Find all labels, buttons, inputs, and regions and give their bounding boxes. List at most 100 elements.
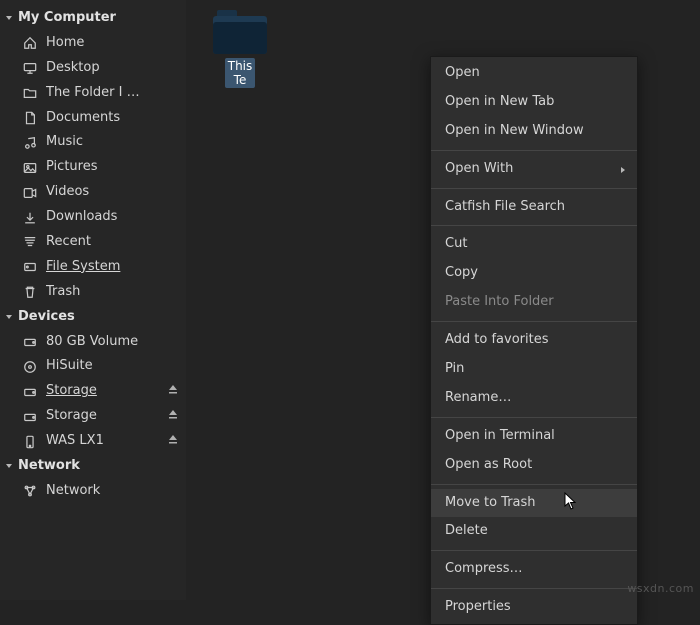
- sidebar-item-file-system[interactable]: File System: [0, 255, 186, 280]
- sidebar-item-label: Pictures: [46, 159, 180, 176]
- sidebar-item-hisuite[interactable]: HiSuite: [0, 354, 186, 379]
- sidebar-item-downloads[interactable]: Downloads: [0, 205, 186, 230]
- places-sidebar: My Computer Home Desktop The Folder I … Docu…: [0, 0, 186, 600]
- menu-item-label: Rename…: [445, 390, 623, 407]
- menu-item-rename[interactable]: Rename…: [431, 384, 637, 413]
- downloads-icon: [22, 210, 38, 226]
- folder-item-selected[interactable]: This Te: [202, 10, 278, 94]
- menu-item-pin[interactable]: Pin: [431, 355, 637, 384]
- network-icon: [22, 483, 38, 499]
- menu-item-open-in-new-tab[interactable]: Open in New Tab: [431, 88, 637, 117]
- sidebar-item-home[interactable]: Home: [0, 31, 186, 56]
- music-icon: [22, 135, 38, 151]
- menu-item-copy[interactable]: Copy: [431, 259, 637, 288]
- sidebar-item-80-gb-volume[interactable]: 80 GB Volume: [0, 330, 186, 355]
- file-pane[interactable]: This Te Open Open in New Tab Open in New W…: [186, 0, 700, 600]
- chevron-down-icon: [4, 461, 14, 471]
- home-icon: [22, 35, 38, 51]
- sidebar-item-storage[interactable]: Storage: [0, 379, 186, 404]
- section-title: My Computer: [18, 10, 116, 27]
- menu-separator: [431, 550, 637, 551]
- menu-separator: [431, 484, 637, 485]
- sidebar-item-label: Downloads: [46, 209, 180, 226]
- menu-item-paste-into-folder: Paste Into Folder: [431, 288, 637, 317]
- drive-icon: [22, 334, 38, 350]
- sidebar-item-label: The Folder I …: [46, 85, 180, 102]
- menu-item-label: Add to favorites: [445, 332, 623, 349]
- sidebar-item-pictures[interactable]: Pictures: [0, 155, 186, 180]
- context-menu: Open Open in New Tab Open in New Window Ope…: [430, 56, 638, 625]
- menu-item-label: Open as Root: [445, 457, 623, 474]
- menu-item-properties[interactable]: Properties: [431, 593, 637, 622]
- sidebar-item-label: Desktop: [46, 60, 180, 77]
- menu-separator: [431, 588, 637, 589]
- sidebar-item-storage[interactable]: Storage: [0, 404, 186, 429]
- watermark: wsxdn.com: [627, 582, 694, 596]
- menu-item-label: Open in New Window: [445, 123, 623, 140]
- sidebar-item-network[interactable]: Network: [0, 479, 186, 504]
- menu-item-label: Cut: [445, 236, 623, 253]
- folder-icon: [22, 85, 38, 101]
- menu-item-move-to-trash[interactable]: Move to Trash: [431, 489, 637, 518]
- documents-icon: [22, 110, 38, 126]
- menu-separator: [431, 150, 637, 151]
- drive-icon: [22, 384, 38, 400]
- sidebar-item-label: HiSuite: [46, 358, 180, 375]
- drive-icon: [22, 409, 38, 425]
- menu-item-add-to-favorites[interactable]: Add to favorites: [431, 326, 637, 355]
- sidebar-item-label: Trash: [46, 284, 180, 301]
- menu-item-open[interactable]: Open: [431, 59, 637, 88]
- recent-icon: [22, 234, 38, 250]
- sidebar-item-trash[interactable]: Trash: [0, 280, 186, 305]
- sidebar-item-label: Videos: [46, 184, 180, 201]
- sidebar-item-documents[interactable]: Documents: [0, 106, 186, 131]
- sidebar-item-music[interactable]: Music: [0, 130, 186, 155]
- phone-icon: [22, 434, 38, 450]
- sidebar-item-recent[interactable]: Recent: [0, 230, 186, 255]
- sidebar-item-the-folder-i[interactable]: The Folder I …: [0, 81, 186, 106]
- window-root: My Computer Home Desktop The Folder I … Docu…: [0, 0, 700, 600]
- sidebar-item-label: Home: [46, 35, 180, 52]
- menu-item-label: Open With: [445, 161, 623, 178]
- sidebar-item-label: File System: [46, 259, 180, 276]
- sidebar-item-videos[interactable]: Videos: [0, 180, 186, 205]
- menu-item-label: Open: [445, 65, 623, 82]
- menu-item-delete[interactable]: Delete: [431, 517, 637, 546]
- eject-icon[interactable]: [168, 433, 178, 450]
- sidebar-item-desktop[interactable]: Desktop: [0, 56, 186, 81]
- menu-item-label: Copy: [445, 265, 623, 282]
- sidebar-item-label: 80 GB Volume: [46, 334, 180, 351]
- menu-item-label: Properties: [445, 599, 623, 616]
- section-title: Devices: [18, 309, 75, 326]
- menu-separator: [431, 188, 637, 189]
- menu-item-compress[interactable]: Compress…: [431, 555, 637, 584]
- menu-item-open-in-new-window[interactable]: Open in New Window: [431, 117, 637, 146]
- menu-item-label: Open in New Tab: [445, 94, 623, 111]
- tree-section-header[interactable]: Devices: [0, 305, 186, 330]
- menu-separator: [431, 225, 637, 226]
- menu-item-label: Delete: [445, 523, 623, 540]
- menu-separator: [431, 417, 637, 418]
- folder-label: This Te: [225, 58, 256, 88]
- eject-icon[interactable]: [168, 408, 178, 425]
- tree-section-header[interactable]: My Computer: [0, 6, 186, 31]
- menu-item-open-as-root[interactable]: Open as Root: [431, 451, 637, 480]
- menu-item-label: Compress…: [445, 561, 623, 578]
- menu-item-open-in-terminal[interactable]: Open in Terminal: [431, 422, 637, 451]
- sidebar-item-label: Music: [46, 134, 180, 151]
- menu-item-label: Move to Trash: [445, 495, 623, 512]
- videos-icon: [22, 185, 38, 201]
- tree-section-header[interactable]: Network: [0, 454, 186, 479]
- menu-item-catfish-file-search[interactable]: Catfish File Search: [431, 193, 637, 222]
- menu-item-label: Paste Into Folder: [445, 294, 623, 311]
- chevron-down-icon: [4, 13, 14, 23]
- menu-item-cut[interactable]: Cut: [431, 230, 637, 259]
- sidebar-item-was-lx1[interactable]: WAS LX1: [0, 429, 186, 454]
- pictures-icon: [22, 160, 38, 176]
- sidebar-item-label: Network: [46, 483, 180, 500]
- menu-item-open-with[interactable]: Open With: [431, 155, 637, 184]
- eject-icon[interactable]: [168, 383, 178, 400]
- filesystem-icon: [22, 259, 38, 275]
- menu-item-label: Pin: [445, 361, 623, 378]
- desktop-icon: [22, 60, 38, 76]
